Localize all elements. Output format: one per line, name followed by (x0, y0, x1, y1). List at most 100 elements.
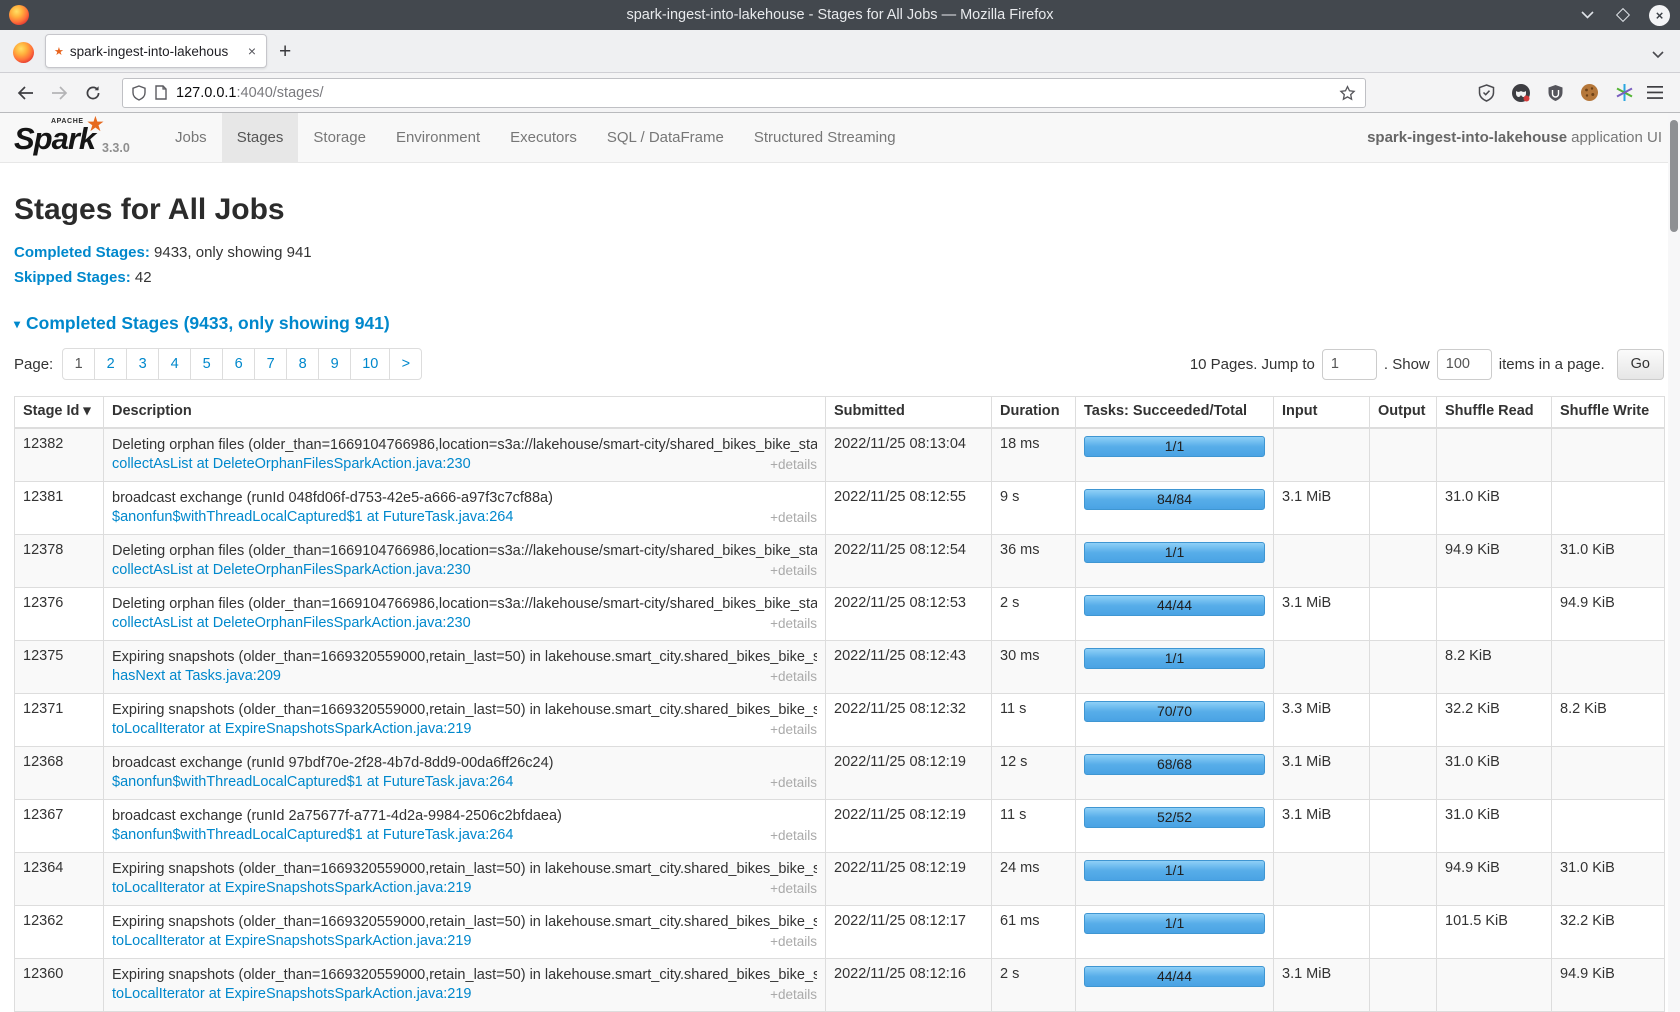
page-button-10[interactable]: 10 (350, 348, 390, 380)
details-toggle[interactable]: +details (770, 508, 817, 527)
stage-description: broadcast exchange (runId 2a75677f-a771-… (112, 807, 817, 826)
page-info-icon[interactable] (155, 85, 167, 100)
tracking-shield-icon[interactable] (132, 85, 146, 101)
stage-detail-link[interactable]: toLocalIterator at ExpireSnapshotsSparkA… (112, 720, 472, 739)
page-button-1[interactable]: 1 (62, 348, 95, 380)
stage-detail-link[interactable]: collectAsList at DeleteOrphanFilesSparkA… (112, 561, 471, 580)
page-next-button[interactable]: > (389, 348, 422, 380)
details-toggle[interactable]: +details (770, 932, 817, 951)
details-toggle[interactable]: +details (770, 773, 817, 792)
tasks-cell: 70/70 (1076, 693, 1274, 746)
stage-detail-link[interactable]: collectAsList at DeleteOrphanFilesSparkA… (112, 455, 471, 474)
shuffle-write-cell (1552, 428, 1665, 482)
table-row: 12371 Expiring snapshots (older_than=166… (15, 693, 1665, 746)
tasks-cell: 52/52 (1076, 799, 1274, 852)
page-button-7[interactable]: 7 (254, 348, 287, 380)
skipped-stages-link[interactable]: Skipped Stages: (14, 269, 131, 286)
bookmark-star-icon[interactable] (1339, 85, 1356, 101)
table-row: 12375 Expiring snapshots (older_than=166… (15, 640, 1665, 693)
back-button[interactable] (12, 80, 38, 106)
column-header-shuffle-read[interactable]: Shuffle Read (1437, 397, 1552, 428)
cookie-extension-icon[interactable] (1580, 83, 1599, 102)
go-button[interactable]: Go (1617, 349, 1664, 380)
details-toggle[interactable]: +details (770, 720, 817, 739)
list-tabs-chevron-icon[interactable] (1652, 51, 1664, 59)
column-header-tasks-succeeded-total[interactable]: Tasks: Succeeded/Total (1076, 397, 1274, 428)
stage-detail-link[interactable]: $anonfun$withThreadLocalCaptured$1 at Fu… (112, 508, 513, 527)
tab-close-icon[interactable]: × (246, 43, 258, 59)
menu-icon[interactable] (1642, 80, 1668, 106)
items-text: items in a page. (1499, 356, 1605, 373)
completed-stages-section-header[interactable]: ▾ Completed Stages (9433, only showing 9… (14, 313, 1664, 334)
nav-item-environment[interactable]: Environment (381, 113, 495, 162)
stage-detail-link[interactable]: hasNext at Tasks.java:209 (112, 667, 281, 686)
column-header-duration[interactable]: Duration (992, 397, 1076, 428)
column-header-input[interactable]: Input (1274, 397, 1370, 428)
window-close-button[interactable]: × (1649, 5, 1670, 26)
window-maximize-button[interactable] (1613, 5, 1633, 25)
window-minimize-button[interactable] (1577, 5, 1597, 25)
scrollbar-track[interactable] (1668, 113, 1680, 1012)
description-cell: Deleting orphan files (older_than=166910… (104, 534, 826, 587)
forward-button[interactable] (46, 80, 72, 106)
nav-item-sql-dataframe[interactable]: SQL / DataFrame (592, 113, 739, 162)
details-toggle[interactable]: +details (770, 985, 817, 1004)
stage-detail-link[interactable]: toLocalIterator at ExpireSnapshotsSparkA… (112, 932, 472, 951)
pagination-controls: 10 Pages. Jump to . Show items in a page… (1190, 349, 1664, 380)
column-header-shuffle-write[interactable]: Shuffle Write (1552, 397, 1665, 428)
section-title: Completed Stages (9433, only showing 941… (26, 313, 390, 334)
nav-item-executors[interactable]: Executors (495, 113, 592, 162)
details-toggle[interactable]: +details (770, 826, 817, 845)
browser-tab[interactable]: ★ spark-ingest-into-lakehous × (45, 34, 267, 68)
jump-to-page-input[interactable] (1322, 349, 1377, 380)
firefox-icon[interactable] (13, 42, 34, 63)
page-button-4[interactable]: 4 (158, 348, 191, 380)
stage-detail-link[interactable]: collectAsList at DeleteOrphanFilesSparkA… (112, 614, 471, 633)
page-button-5[interactable]: 5 (190, 348, 223, 380)
page-button-9[interactable]: 9 (318, 348, 351, 380)
reload-button[interactable] (80, 80, 106, 106)
details-toggle[interactable]: +details (770, 455, 817, 474)
nav-item-storage[interactable]: Storage (298, 113, 381, 162)
column-header-output[interactable]: Output (1370, 397, 1437, 428)
collapse-arrow-icon: ▾ (14, 317, 20, 331)
url-bar[interactable]: 127.0.0.1:4040/stages/ (122, 78, 1366, 108)
stage-id-cell: 12381 (15, 481, 104, 534)
new-tab-button[interactable]: + (279, 42, 291, 62)
nav-item-jobs[interactable]: Jobs (160, 113, 222, 162)
tasks-cell: 1/1 (1076, 640, 1274, 693)
details-toggle[interactable]: +details (770, 561, 817, 580)
scrollbar-thumb[interactable] (1670, 120, 1678, 232)
details-toggle[interactable]: +details (770, 879, 817, 898)
ublock-extension-icon[interactable] (1547, 84, 1564, 102)
column-header-stage-id[interactable]: Stage Id ▾ (15, 397, 104, 428)
firefox-logo-icon (9, 5, 29, 25)
spark-logo[interactable]: APACHE Spark ★ 3.3.0 (14, 113, 142, 162)
submitted-cell: 2022/11/25 08:12:16 (826, 958, 992, 1011)
column-header-description[interactable]: Description (104, 397, 826, 428)
column-header-submitted[interactable]: Submitted (826, 397, 992, 428)
tasks-progress-label: 70/70 (1157, 703, 1192, 719)
tab-favicon-icon: ★ (54, 45, 64, 58)
page-button-8[interactable]: 8 (286, 348, 319, 380)
items-per-page-input[interactable] (1437, 349, 1492, 380)
stage-detail-link[interactable]: toLocalIterator at ExpireSnapshotsSparkA… (112, 879, 472, 898)
stage-detail-link[interactable]: $anonfun$withThreadLocalCaptured$1 at Fu… (112, 773, 513, 792)
details-toggle[interactable]: +details (770, 614, 817, 633)
page-button-2[interactable]: 2 (94, 348, 127, 380)
shield-check-extension-icon[interactable] (1478, 84, 1495, 102)
privacy-mask-extension-icon[interactable] (1511, 83, 1531, 103)
nav-item-structured-streaming[interactable]: Structured Streaming (739, 113, 911, 162)
shuffle-read-cell: 94.9 KiB (1437, 852, 1552, 905)
nav-item-stages[interactable]: Stages (222, 113, 299, 162)
url-text[interactable]: 127.0.0.1:4040/stages/ (176, 85, 1339, 101)
stage-description: broadcast exchange (runId 048fd06f-d753-… (112, 489, 817, 508)
snowflake-extension-icon[interactable] (1615, 83, 1634, 102)
stage-detail-link[interactable]: toLocalIterator at ExpireSnapshotsSparkA… (112, 985, 472, 1004)
duration-cell: 2 s (992, 958, 1076, 1011)
stage-detail-link[interactable]: $anonfun$withThreadLocalCaptured$1 at Fu… (112, 826, 513, 845)
page-button-3[interactable]: 3 (126, 348, 159, 380)
details-toggle[interactable]: +details (770, 667, 817, 686)
completed-stages-link[interactable]: Completed Stages: (14, 244, 150, 261)
page-button-6[interactable]: 6 (222, 348, 255, 380)
